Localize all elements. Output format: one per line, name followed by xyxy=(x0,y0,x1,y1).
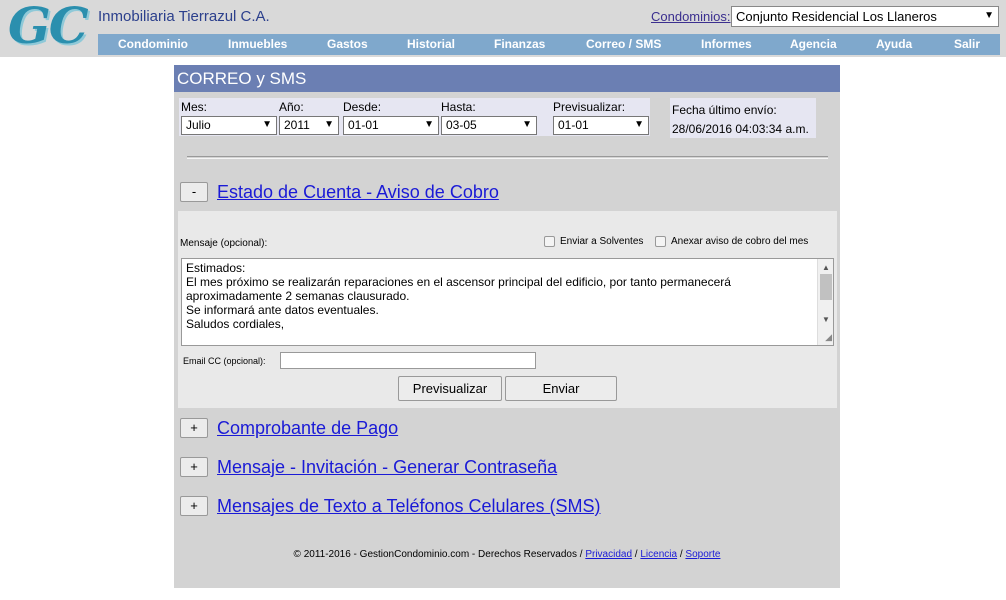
enviar-solventes-checkbox[interactable]: Enviar a Solventes xyxy=(544,236,643,247)
top-header: GC Inmobiliaria Tierrazul C.A. Condomini… xyxy=(0,0,1006,57)
anio-label: Año: xyxy=(279,100,304,114)
message-textarea[interactable]: Estimados: El mes próximo se realizarán … xyxy=(181,258,834,346)
hasta-label: Hasta: xyxy=(441,100,476,114)
message-line: aproximadamente 2 semanas clausurado. xyxy=(186,289,410,303)
expand-sms-button[interactable]: + xyxy=(180,496,208,516)
message-line: El mes próximo se realizarán reparacione… xyxy=(186,275,731,289)
section-sms-link[interactable]: Mensajes de Texto a Teléfonos Celulares … xyxy=(217,496,601,517)
company-name: Inmobiliaria Tierrazul C.A. xyxy=(98,8,270,25)
nav-finanzas[interactable]: Finanzas xyxy=(494,37,545,51)
mes-value: Julio xyxy=(186,118,211,132)
anio-value: 2011 xyxy=(284,118,310,132)
main-nav: Condominio Inmuebles Gastos Historial Fi… xyxy=(98,34,1000,55)
scroll-thumb[interactable] xyxy=(820,274,832,300)
chevron-down-icon: ▼ xyxy=(522,119,532,130)
mes-label: Mes: xyxy=(181,100,208,114)
email-cc-label: Email CC (opcional): xyxy=(183,356,266,366)
expand-invitacion-button[interactable]: + xyxy=(180,457,208,477)
page-title: CORREO y SMS xyxy=(174,65,840,92)
nav-inmuebles[interactable]: Inmuebles xyxy=(228,37,287,51)
nav-salir[interactable]: Salir xyxy=(954,37,980,51)
condominios-link[interactable]: Condominios: xyxy=(651,9,731,24)
message-line: Estimados: xyxy=(186,261,246,275)
previsualizar-select[interactable]: 01-01 ▼ xyxy=(553,116,649,135)
logo: GC xyxy=(8,0,88,55)
previsualizar-label: Previsualizar: xyxy=(553,100,626,114)
chevron-down-icon: ▼ xyxy=(262,119,272,130)
nav-ayuda[interactable]: Ayuda xyxy=(876,37,912,51)
mes-select[interactable]: Julio ▼ xyxy=(181,116,277,135)
scroll-up-icon[interactable]: ▲ xyxy=(822,261,830,275)
desde-value: 01-01 xyxy=(348,118,379,132)
filters-bar: Mes: Julio ▼ Año: 2011 ▼ Desde: 01-01 ▼ Has… xyxy=(179,98,650,136)
resize-handle-icon[interactable]: ◢ xyxy=(825,330,832,344)
message-line: Se informará ante datos eventuales. xyxy=(186,303,379,317)
correo-sms-panel: CORREO y SMS Mes: Julio ▼ Año: 2011 ▼ Desd… xyxy=(174,65,840,588)
send-button[interactable]: Enviar xyxy=(505,376,617,401)
nav-informes[interactable]: Informes xyxy=(701,37,752,51)
email-cc-input[interactable] xyxy=(280,352,536,369)
message-line: Saludos cordiales, xyxy=(186,317,285,331)
footer-text: © 2011-2016 - GestionCondominio.com - De… xyxy=(293,549,583,560)
chevron-down-icon: ▼ xyxy=(324,119,334,130)
desde-label: Desde: xyxy=(343,100,382,114)
anexar-aviso-checkbox[interactable]: Anexar aviso de cobro del mes xyxy=(655,236,808,247)
hasta-value: 03-05 xyxy=(446,118,477,132)
nav-condominio[interactable]: Condominio xyxy=(118,37,188,51)
preview-button[interactable]: Previsualizar xyxy=(398,376,502,401)
last-sent-label: Fecha último envío: xyxy=(672,103,777,117)
nav-agencia[interactable]: Agencia xyxy=(790,37,837,51)
checkbox-icon xyxy=(544,236,555,247)
previsualizar-value: 01-01 xyxy=(558,118,589,132)
condominio-select-value: Conjunto Residencial Los Llaneros xyxy=(736,9,937,24)
footer-soporte-link[interactable]: Soporte xyxy=(685,549,720,560)
hasta-select[interactable]: 03-05 ▼ xyxy=(441,116,537,135)
footer-privacidad-link[interactable]: Privacidad xyxy=(585,549,632,560)
footer-licencia-link[interactable]: Licencia xyxy=(640,549,677,560)
nav-correo-sms[interactable]: Correo / SMS xyxy=(586,37,661,51)
section-comprobante-link[interactable]: Comprobante de Pago xyxy=(217,418,398,439)
last-sent-value: 28/06/2016 04:03:34 a.m. xyxy=(672,122,809,136)
last-sent-box: Fecha último envío: 28/06/2016 04:03:34 … xyxy=(670,98,816,138)
collapse-estado-cuenta-button[interactable]: - xyxy=(180,182,208,202)
scroll-down-icon[interactable]: ▼ xyxy=(822,313,830,327)
anexar-aviso-label: Anexar aviso de cobro del mes xyxy=(671,236,809,247)
nav-gastos[interactable]: Gastos xyxy=(327,37,368,51)
section-invitacion-link[interactable]: Mensaje - Invitación - Generar Contraseñ… xyxy=(217,457,557,478)
footer: © 2011-2016 - GestionCondominio.com - De… xyxy=(293,549,721,560)
message-box: Mensaje (opcional): Enviar a Solventes A… xyxy=(178,211,837,408)
enviar-solventes-label: Enviar a Solventes xyxy=(560,236,644,247)
chevron-down-icon: ▼ xyxy=(424,119,434,130)
expand-comprobante-button[interactable]: + xyxy=(180,418,208,438)
section-estado-cuenta-link[interactable]: Estado de Cuenta - Aviso de Cobro xyxy=(217,182,499,203)
checkbox-icon xyxy=(655,236,666,247)
chevron-down-icon: ▼ xyxy=(634,119,644,130)
anio-select[interactable]: 2011 ▼ xyxy=(279,116,339,135)
divider xyxy=(187,156,828,159)
condominio-select[interactable]: Conjunto Residencial Los Llaneros ▼ xyxy=(731,6,999,27)
message-label: Mensaje (opcional): xyxy=(180,238,268,249)
desde-select[interactable]: 01-01 ▼ xyxy=(343,116,439,135)
chevron-down-icon: ▼ xyxy=(984,10,994,21)
nav-historial[interactable]: Historial xyxy=(407,37,455,51)
